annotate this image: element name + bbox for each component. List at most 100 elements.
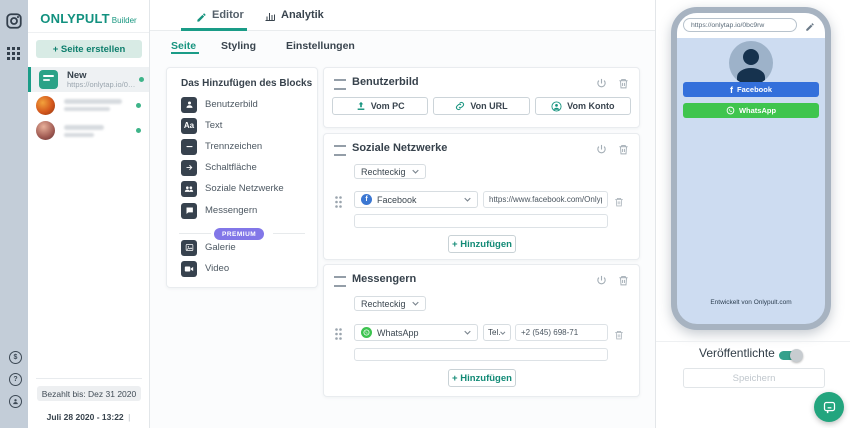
toggle-knob: [790, 349, 803, 362]
apps-grid-icon[interactable]: [7, 47, 20, 65]
from-url-button[interactable]: Von URL: [433, 97, 529, 115]
save-button[interactable]: Speichern: [683, 368, 825, 388]
social-url-input[interactable]: [483, 191, 608, 208]
preview-facebook-button[interactable]: f Facebook: [683, 82, 819, 97]
datetime-row: Juli 28 2020 - 13:22 | UTC+3:00: [28, 407, 149, 428]
preview-whatsapp-button[interactable]: WhatsApp: [683, 103, 819, 118]
online-status-dot: [139, 77, 144, 82]
palette-item-label: Text: [205, 120, 222, 131]
block-title: Messengern: [352, 273, 416, 285]
palette-item-benutzerbild[interactable]: Benutzerbild: [181, 94, 311, 115]
row-trash-icon[interactable]: [614, 194, 624, 212]
app-rail: $ ?: [0, 0, 28, 428]
power-icon[interactable]: [596, 142, 607, 160]
block-palette: Das Hinzufügen des Blocks Benutzerbild A…: [166, 67, 318, 288]
phone-preview: https://onlytap.io/0bc9rw f Facebook Wha…: [671, 7, 831, 330]
trash-icon[interactable]: [618, 76, 629, 94]
phone-number-input[interactable]: [515, 324, 608, 341]
page-list-item[interactable]: [28, 93, 149, 118]
add-social-button[interactable]: + Hinzufügen: [448, 235, 516, 253]
trash-icon[interactable]: [618, 142, 629, 160]
help-icon[interactable]: ?: [9, 373, 22, 386]
trash-icon[interactable]: [618, 273, 629, 291]
drag-handle-icon[interactable]: [334, 79, 346, 90]
create-page-label: + Seite erstellen: [53, 44, 126, 55]
subtab-seite[interactable]: Seite: [171, 40, 196, 52]
account-person-icon: [551, 101, 562, 112]
block-palette-title: Das Hinzufügen des Blocks: [181, 78, 312, 89]
tab-analytics[interactable]: Analytik: [281, 9, 324, 21]
tab-editor[interactable]: Editor: [212, 9, 244, 21]
social-empty-input[interactable]: [354, 214, 608, 228]
facebook-icon: f: [361, 194, 372, 205]
published-toggle[interactable]: [779, 349, 803, 362]
preview-facebook-label: Facebook: [737, 85, 772, 94]
power-icon[interactable]: [596, 273, 607, 291]
shape-select[interactable]: Rechteckig: [354, 164, 426, 179]
page-list-item[interactable]: [28, 118, 149, 143]
page-thumbnail: [39, 70, 58, 89]
chat-bubble-icon: [822, 400, 837, 415]
shape-value: Rechteckig: [361, 167, 406, 177]
avatar: [36, 96, 55, 115]
messenger-select[interactable]: WhatsApp: [354, 324, 478, 341]
paid-until-badge: Bezahlt bis: Dez 31 2020: [37, 386, 141, 401]
editor-main: Editor Analytik Seite Styling Einstellun…: [150, 0, 655, 428]
messenger-empty-input[interactable]: [354, 348, 608, 361]
row-trash-icon[interactable]: [614, 327, 624, 345]
logo[interactable]: ONLYPULTBuilder: [28, 10, 149, 28]
instagram-icon[interactable]: [5, 12, 23, 35]
upload-icon: [356, 101, 366, 111]
network-value: Facebook: [377, 195, 417, 205]
billing-glyph: $: [14, 354, 18, 361]
palette-item-messengern[interactable]: Messengern: [181, 200, 311, 221]
link-icon: [455, 101, 465, 111]
palette-item-soziale-netzwerke[interactable]: Soziale Netzwerke: [181, 178, 311, 199]
shape-select[interactable]: Rechteckig: [354, 296, 426, 311]
network-select[interactable]: f Facebook: [354, 191, 478, 208]
main-header: Editor Analytik: [150, 0, 655, 31]
palette-item-video[interactable]: Video: [181, 258, 311, 279]
separator: |: [128, 412, 130, 422]
create-page-button[interactable]: + Seite erstellen: [36, 40, 142, 58]
chevron-down-icon: [464, 197, 471, 202]
palette-item-galerie[interactable]: Galerie: [181, 237, 311, 258]
palette-item-label: Messengern: [205, 205, 257, 216]
palette-item-text[interactable]: Aa Text: [181, 115, 311, 136]
from-account-button[interactable]: Vom Konto: [535, 97, 631, 115]
palette-item-label: Trennzeichen: [205, 141, 262, 152]
blurred-page-url: [64, 107, 110, 111]
account-icon[interactable]: [9, 395, 22, 408]
row-grip-icon[interactable]: [335, 327, 342, 345]
row-grip-icon[interactable]: [335, 195, 342, 213]
app-window: $ ? ONLYPULTBuilder + Seite erstellen Ne…: [0, 0, 850, 428]
divider: [656, 341, 850, 342]
whatsapp-icon: [726, 106, 735, 115]
drag-handle-icon[interactable]: [334, 145, 346, 156]
shape-value: Rechteckig: [361, 299, 406, 309]
from-account-label: Vom Konto: [567, 101, 614, 111]
edit-url-pencil-icon[interactable]: [805, 19, 815, 37]
support-chat-button[interactable]: [814, 392, 844, 422]
chevron-down-icon: [464, 330, 471, 335]
pages-sidebar: ONLYPULTBuilder + Seite erstellen New ht…: [28, 0, 150, 428]
palette-item-trennzeichen[interactable]: Trennzeichen: [181, 136, 311, 157]
block-soziale-netzwerke: Soziale Netzwerke Rechteckig f Facebook: [323, 133, 640, 260]
power-icon[interactable]: [596, 76, 607, 94]
current-datetime: Juli 28 2020 - 13:22: [47, 412, 124, 422]
divider: [36, 378, 142, 379]
drag-handle-icon[interactable]: [334, 276, 346, 287]
subtab-einstellungen[interactable]: Einstellungen: [286, 40, 355, 52]
tel-type-select[interactable]: Tel.: [483, 324, 511, 341]
palette-item-schaltflaeche[interactable]: Schaltfläche: [181, 157, 311, 178]
logo-suffix: Builder: [112, 16, 137, 25]
page-list-item-new[interactable]: New https://onlytap.io/0bc9rw: [28, 67, 149, 92]
preview-url-pill[interactable]: https://onlytap.io/0bc9rw: [683, 18, 797, 32]
preview-whatsapp-label: WhatsApp: [739, 106, 776, 115]
add-messenger-button[interactable]: + Hinzufügen: [448, 369, 516, 387]
billing-icon[interactable]: $: [9, 351, 22, 364]
chevron-down-icon: [412, 169, 419, 174]
blurred-page-title: [64, 125, 104, 130]
from-pc-button[interactable]: Vom PC: [332, 97, 428, 115]
subtab-styling[interactable]: Styling: [221, 40, 256, 52]
